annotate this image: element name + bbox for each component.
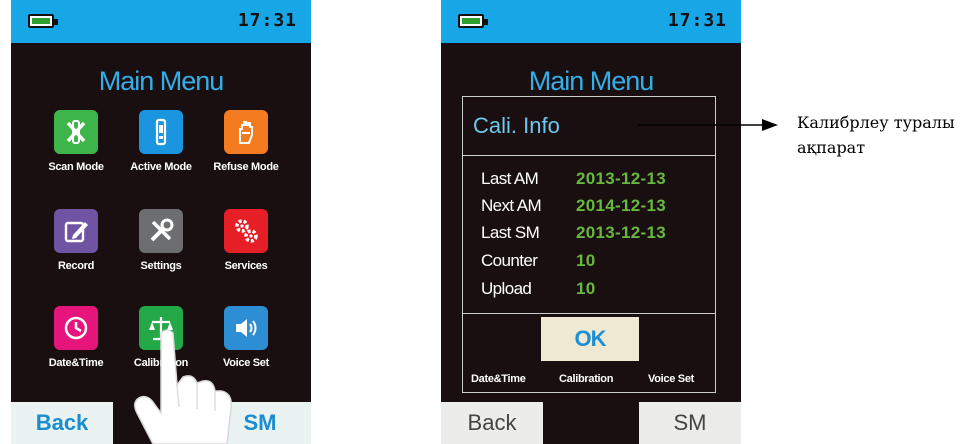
sm-button[interactable]: SM (639, 402, 741, 444)
menu-item-label: Record (57, 260, 95, 272)
status-bar: 17:31 (441, 0, 741, 43)
menu-item-record[interactable]: Record (31, 209, 121, 272)
status-time: 17:31 (667, 10, 727, 31)
menu-item-services[interactable]: Services (201, 209, 291, 272)
annotation-arrow-icon (638, 119, 778, 131)
info-value: 2013-12-13 (576, 223, 666, 242)
scan-mode-icon (54, 110, 98, 154)
battery-icon (458, 14, 488, 28)
info-value: 2013-12-13 (576, 169, 666, 188)
refuse-mode-icon (224, 110, 268, 154)
settings-icon (139, 209, 183, 253)
menu-item-date-time[interactable]: Date&Time (31, 306, 121, 369)
clock-icon (54, 306, 98, 350)
info-label: Last SM (481, 223, 540, 242)
info-value: 10 (576, 279, 596, 298)
page-title: Main Menu (528, 66, 655, 96)
menu-item-label: Active Mode (130, 161, 192, 173)
menu-item-label: Settings (140, 260, 182, 272)
info-label: Upload (481, 279, 532, 298)
info-label: Next AM (481, 196, 542, 215)
dialog-title: Cali. Info (473, 113, 560, 138)
menu-item-scan-mode[interactable]: Scan Mode (31, 110, 121, 173)
menu-item-active-mode[interactable]: Active Mode (116, 110, 206, 173)
status-bar: 17:31 (11, 0, 311, 43)
menu-item-label: Services (224, 260, 268, 272)
pointing-hand-icon (134, 329, 233, 444)
menu-item-refuse-mode[interactable]: Refuse Mode (201, 110, 291, 173)
info-value: 2014-12-13 (576, 196, 666, 215)
calibration-info-dialog: Cali. Info Last AM 2013-12-13 Next AM 20… (462, 96, 716, 393)
menu-item-label: Refuse Mode (213, 161, 279, 173)
info-value: 10 (576, 251, 596, 270)
menu-item-label: Scan Mode (48, 161, 104, 173)
info-label: Last AM (481, 169, 539, 188)
annotation-text: Калибрлеу туралы ақпарат (797, 113, 955, 157)
menu-item-settings[interactable]: Settings (116, 209, 206, 272)
page-title: Main Menu (98, 66, 225, 96)
divider (463, 155, 715, 156)
active-mode-icon (139, 110, 183, 154)
back-button[interactable]: Back (11, 402, 113, 444)
info-row-counter: Counter 10 (481, 251, 711, 279)
status-time: 17:31 (237, 10, 297, 31)
info-row-last-sm: Last SM 2013-12-13 (481, 223, 711, 251)
menu-item-label: Date&Time (48, 357, 104, 369)
device-screen-calibration-info: 17:31 Main Menu Cali. Info Last AM 2013-… (441, 0, 741, 444)
info-row-upload: Upload 10 (481, 279, 711, 307)
info-row-last-am: Last AM 2013-12-13 (481, 169, 711, 197)
menu-item-label-calibration: Calibration (559, 373, 614, 385)
ok-button[interactable]: OK (541, 317, 639, 361)
back-button[interactable]: Back (441, 402, 543, 444)
info-label: Counter (481, 251, 538, 270)
battery-icon (28, 14, 58, 28)
divider (463, 313, 715, 314)
device-screen-main-menu: 17:31 Main Menu Scan Mode Active Mode Re… (11, 0, 311, 444)
record-icon (54, 209, 98, 253)
menu-item-label-date-time: Date&Time (471, 373, 526, 385)
services-icon (224, 209, 268, 253)
info-row-next-am: Next AM 2014-12-13 (481, 196, 711, 224)
menu-item-label-voice-set: Voice Set (648, 373, 695, 385)
